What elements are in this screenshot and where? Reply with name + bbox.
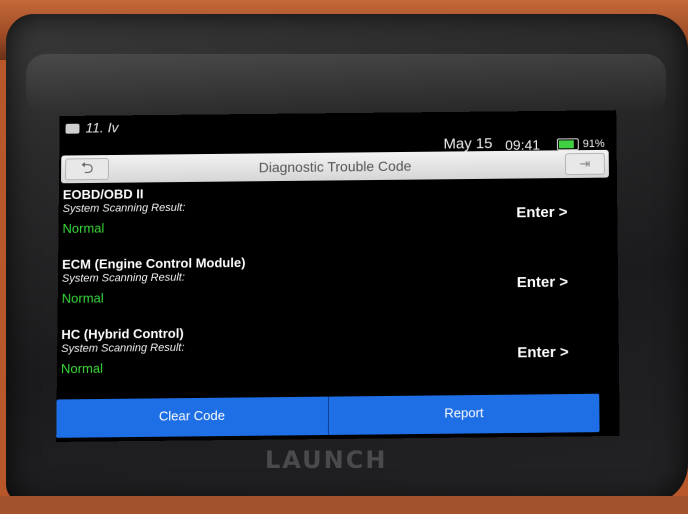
system-status: Normal [60,360,104,377]
bottom-action-bar: Clear Code Report [56,393,600,438]
launch-logo: LAUNCH [265,446,388,474]
status-date: May 15 [443,135,493,153]
sd-card-icon [65,124,80,135]
system-item-eobd[interactable]: EOBD/OBD II System Scanning Result: Norm… [58,180,608,255]
system-subtitle: System Scanning Result: [61,271,185,285]
tablet-screen: 11. Iv May 15 09:41 91% ⮌ Diagnostic Tro… [56,110,620,442]
report-button[interactable]: Report [327,393,600,436]
system-subtitle: System Scanning Result: [61,341,185,356]
device-shell-bottom [0,496,688,514]
system-item-hc[interactable]: HC (Hybrid Control) System Scanning Resu… [57,319,610,395]
system-subtitle: System Scanning Result: [62,201,186,216]
clear-code-button[interactable]: Clear Code [56,397,327,438]
system-name: HC (Hybrid Control) [61,325,184,343]
system-item-ecm[interactable]: ECM (Engine Control Module) System Scann… [57,249,608,325]
enter-button[interactable]: Enter > [517,344,569,362]
enter-button[interactable]: Enter > [516,204,567,221]
page-title: Diagnostic Trouble Code [258,157,412,176]
system-status: Normal [62,220,105,236]
system-status: Normal [61,290,104,306]
status-left: 11. Iv [65,119,119,136]
system-name: ECM (Engine Control Module) [62,254,246,272]
battery-percent: 91% [582,138,605,151]
title-bar: ⮌ Diagnostic Trouble Code ⇥ [60,149,609,184]
system-name: EOBD/OBD II [62,186,144,203]
exit-icon: ⇥ [579,155,591,171]
battery-icon [556,138,579,151]
status-bar: 11. Iv [59,110,616,139]
status-left-text: 11. Iv [85,119,119,136]
enter-button[interactable]: Enter > [517,274,568,292]
exit-button[interactable]: ⇥ [564,152,605,176]
bezel-glare [26,54,666,114]
